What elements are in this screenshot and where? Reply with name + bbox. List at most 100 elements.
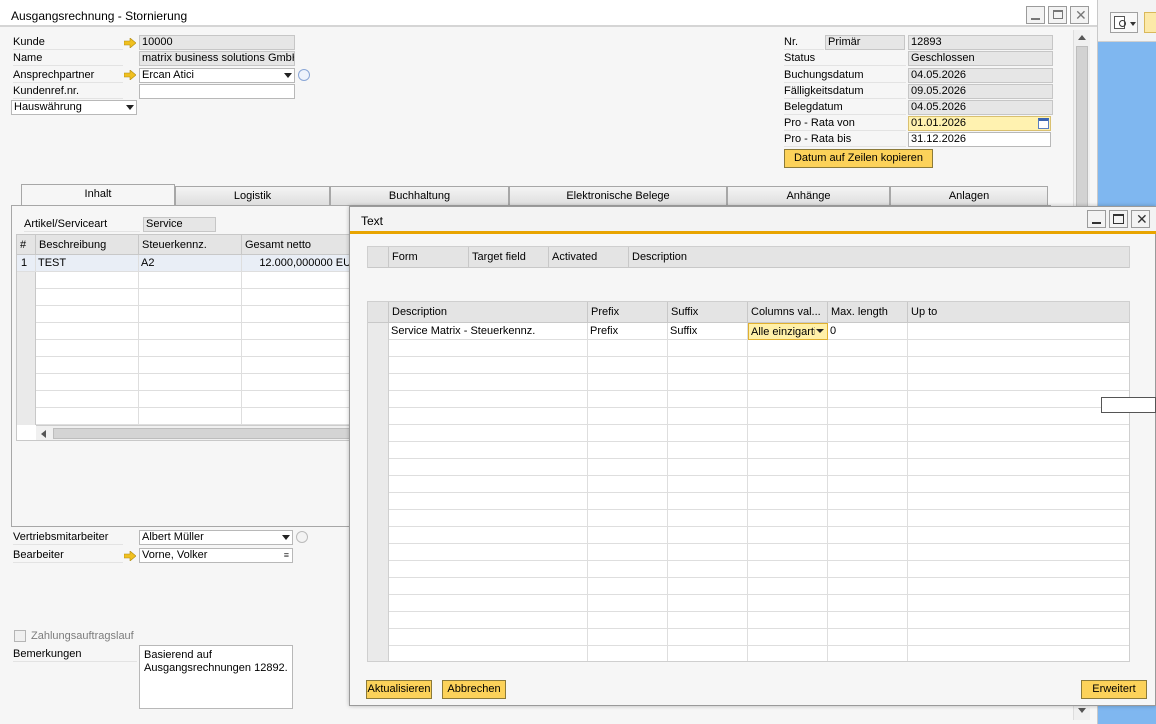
- grid-col-line: [747, 340, 748, 661]
- preview-button[interactable]: [1110, 12, 1138, 33]
- grid-horizontal-scrollbar[interactable]: [36, 425, 349, 440]
- text-dialog: Text ✕ Form Target field Activated Descr…: [349, 206, 1156, 706]
- row-description[interactable]: Service Matrix - Steuerkennz.: [389, 323, 588, 340]
- scroll-down-icon[interactable]: [1078, 708, 1086, 713]
- table-row[interactable]: 1 TEST A2 12.000,000000 EUR: [17, 255, 349, 272]
- maximize-button[interactable]: [1048, 6, 1067, 24]
- prorata-von-field[interactable]: 01.01.2026: [908, 116, 1051, 131]
- tab-buchhaltung[interactable]: Buchhaltung: [330, 186, 509, 205]
- calendar-icon[interactable]: [1038, 118, 1049, 129]
- tab-anlagen[interactable]: Anlagen: [890, 186, 1048, 205]
- col-header-steuerkennz[interactable]: Steuerkennz.: [139, 235, 242, 255]
- col-header-gesamt-netto[interactable]: Gesamt netto: [242, 235, 349, 255]
- col-header-up-to[interactable]: Up to: [908, 302, 1129, 323]
- chevron-down-icon: [284, 73, 292, 78]
- col-header-activated[interactable]: Activated: [549, 247, 629, 268]
- col-header-prefix[interactable]: Prefix: [588, 302, 668, 323]
- zahlungsauftragslauf-checkbox[interactable]: [14, 630, 26, 642]
- dialog-grid-scrollbar[interactable]: [1129, 323, 1130, 662]
- list-icon[interactable]: [298, 69, 310, 81]
- row-beschreibung[interactable]: TEST: [36, 255, 139, 272]
- bearbeiter-field[interactable]: Vorne, Volker ≡: [139, 548, 293, 563]
- col-header-columns-val[interactable]: Columns val...: [748, 302, 828, 323]
- close-icon: ✕: [1136, 211, 1148, 227]
- minimize-icon: [1031, 18, 1040, 20]
- scroll-up-icon[interactable]: [1078, 35, 1086, 40]
- maximize-icon: [1113, 214, 1124, 224]
- col-header-suffix[interactable]: Suffix: [668, 302, 748, 323]
- extended-button[interactable]: Erweitert: [1081, 680, 1147, 699]
- dialog-maximize-button[interactable]: [1109, 210, 1128, 228]
- row-up-to[interactable]: [908, 323, 1129, 340]
- nr-field[interactable]: 12893: [908, 35, 1053, 50]
- row-columns-val-select[interactable]: Alle einzigartigen: [748, 323, 828, 340]
- close-button[interactable]: ✕: [1070, 6, 1089, 24]
- grid-col-line: [138, 272, 139, 425]
- col-header-max-length[interactable]: Max. length: [828, 302, 908, 323]
- row-num: 1: [17, 255, 36, 272]
- faelligkeitsdatum-field[interactable]: 09.05.2026: [908, 84, 1053, 99]
- grid-rownum-column: [17, 272, 36, 425]
- currency-select[interactable]: Hauswährung: [11, 100, 137, 115]
- ansprechpartner-value: Ercan Atici: [142, 69, 194, 81]
- buchungsdatum-field[interactable]: 04.05.2026: [908, 68, 1053, 83]
- status-field[interactable]: Geschlossen: [908, 51, 1053, 66]
- artikel-serviceart-select[interactable]: Service: [143, 217, 216, 232]
- belegdatum-field[interactable]: 04.05.2026: [908, 100, 1053, 115]
- tab-elektronische-belege[interactable]: Elektronische Belege: [509, 186, 727, 205]
- dialog-grid-rownum: [368, 302, 389, 323]
- menu-icon[interactable]: ≡: [284, 551, 289, 560]
- bearbeiter-label: Bearbeiter: [13, 548, 123, 563]
- chevron-down-icon: [126, 105, 134, 110]
- side-toolbar: [1098, 0, 1156, 42]
- side-yellow-button[interactable]: [1144, 12, 1156, 33]
- kunde-label: Kunde: [13, 35, 123, 50]
- list-icon[interactable]: [296, 531, 308, 543]
- bemerkungen-textarea[interactable]: Basierend auf Ausgangsrechnungen 12892.: [139, 645, 293, 709]
- main-title-bar: Ausgangsrechnung - Stornierung ✕: [0, 0, 1097, 27]
- row-suffix[interactable]: Suffix: [668, 323, 748, 340]
- tab-inhalt[interactable]: Inhalt: [21, 184, 175, 206]
- dialog-grid: Description Prefix Suffix Columns val...…: [367, 301, 1130, 662]
- col-header-form[interactable]: Form: [389, 247, 469, 268]
- col-header-description[interactable]: Description: [629, 247, 1129, 268]
- dialog-minimize-button[interactable]: [1087, 210, 1106, 228]
- scroll-thumb[interactable]: [53, 428, 349, 439]
- row-gesamt-netto[interactable]: 12.000,000000 EUR: [242, 255, 349, 272]
- link-arrow-icon[interactable]: [124, 551, 136, 561]
- link-arrow-icon[interactable]: [124, 38, 136, 48]
- dialog-title-bar: Text ✕: [350, 207, 1156, 234]
- col-header-beschreibung[interactable]: Beschreibung: [36, 235, 139, 255]
- cancel-button[interactable]: Abbrechen: [442, 680, 506, 699]
- floating-box: [1101, 397, 1156, 413]
- dialog-grid-rownum-column: [368, 323, 389, 661]
- vertriebsmitarbeiter-value: Albert Müller: [142, 531, 204, 543]
- update-button[interactable]: Aktualisieren: [366, 680, 432, 699]
- minimize-button[interactable]: [1026, 6, 1045, 24]
- prorata-bis-field[interactable]: 31.12.2026: [908, 132, 1051, 147]
- tab-logistik[interactable]: Logistik: [175, 186, 330, 205]
- link-arrow-icon[interactable]: [124, 70, 136, 80]
- copy-dates-button[interactable]: Datum auf Zeilen kopieren: [784, 149, 933, 168]
- kunde-field[interactable]: 10000: [139, 35, 295, 50]
- row-max-length[interactable]: 0: [828, 323, 908, 340]
- grid-col-line: [241, 272, 242, 425]
- row-steuerkennz[interactable]: A2: [139, 255, 242, 272]
- buchungsdatum-label: Buchungsdatum: [784, 68, 906, 83]
- grid-col-line: [907, 340, 908, 661]
- belegdatum-label: Belegdatum: [784, 100, 906, 115]
- scroll-thumb[interactable]: [1076, 46, 1088, 216]
- col-header-description[interactable]: Description: [389, 302, 588, 323]
- row-prefix[interactable]: Prefix: [588, 323, 668, 340]
- kundenref-field[interactable]: [139, 84, 295, 99]
- dialog-close-button[interactable]: ✕: [1131, 210, 1150, 228]
- table-row[interactable]: Service Matrix - Steuerkennz. Prefix Suf…: [368, 323, 1129, 340]
- name-field[interactable]: matrix business solutions GmbH: [139, 51, 295, 66]
- col-header-target-field[interactable]: Target field: [469, 247, 549, 268]
- tab-anhaenge[interactable]: Anhänge: [727, 186, 890, 205]
- vertriebsmitarbeiter-select[interactable]: Albert Müller: [139, 530, 293, 545]
- scroll-left-icon[interactable]: [41, 430, 46, 438]
- nr-series-select[interactable]: Primär: [825, 35, 905, 50]
- ansprechpartner-select[interactable]: Ercan Atici: [139, 68, 295, 83]
- col-header-num[interactable]: #: [17, 235, 36, 255]
